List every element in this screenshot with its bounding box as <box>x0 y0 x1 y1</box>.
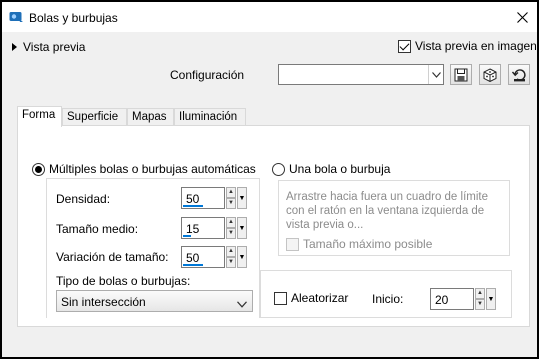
start-input[interactable]: 20 <box>430 288 474 310</box>
start-dropdown-icon[interactable]: ▼ <box>486 288 496 310</box>
mode-single-radio[interactable]: Una bola o burbuja <box>272 162 390 176</box>
preset-random-icon <box>483 67 497 82</box>
up-arrow-icon[interactable]: ▲ <box>226 246 236 257</box>
density-updown[interactable]: ▲ ▼ <box>226 187 236 209</box>
preset-dropdown[interactable] <box>278 64 444 85</box>
live-preview-label: Vista previa en imagen <box>415 39 537 53</box>
randomize-checkbox[interactable]: Aleatorizar <box>274 291 348 305</box>
density-slider-dropdown-icon[interactable]: ▼ <box>237 187 247 209</box>
expand-triangle-icon <box>12 43 17 51</box>
start-updown[interactable]: ▲ ▼ <box>475 288 485 310</box>
tab-iluminacion[interactable]: Iluminación <box>174 108 246 126</box>
config-label: Configuración <box>170 68 245 82</box>
close-icon <box>516 11 528 23</box>
tab-panel-forma: Múltiples bolas o burbujas automáticas U… <box>17 125 530 327</box>
mean-size-value: 15 <box>186 222 200 236</box>
preview-toggle[interactable]: Vista previa <box>12 40 85 54</box>
preview-toggle-label: Vista previa <box>23 40 86 54</box>
up-arrow-icon[interactable]: ▲ <box>226 187 236 198</box>
type-dropdown[interactable]: Sin intersección <box>56 290 253 312</box>
mean-size-slider-dropdown-icon[interactable]: ▼ <box>237 217 247 239</box>
radio-unselected-icon[interactable] <box>272 162 285 176</box>
mean-size-label: Tamaño medio: <box>56 222 139 236</box>
density-label: Densidad: <box>56 192 111 206</box>
app-icon <box>9 11 24 23</box>
checkbox-disabled-icon[interactable] <box>286 237 299 251</box>
size-variation-value: 50 <box>186 251 200 265</box>
preset-save-button[interactable] <box>450 64 472 85</box>
close-button[interactable] <box>507 2 537 32</box>
mode-multiple-radio[interactable]: Múltiples bolas o burbujas automáticas <box>32 162 256 176</box>
start-label: Inicio: <box>372 292 404 306</box>
type-value: Sin intersección <box>61 295 146 309</box>
down-arrow-icon[interactable]: ▼ <box>226 198 236 209</box>
max-size-label: Tamaño máximo posible <box>303 237 433 251</box>
dropdown-arrow-icon[interactable] <box>428 65 443 84</box>
tab-mapas[interactable]: Mapas <box>127 108 174 126</box>
preset-reset-button[interactable] <box>508 64 530 85</box>
down-arrow-icon[interactable]: ▼ <box>475 299 485 310</box>
window-title: Bolas y burbujas <box>29 11 118 25</box>
tab-superficie[interactable]: Superficie <box>62 108 127 126</box>
checkbox-unchecked-icon[interactable] <box>274 291 287 305</box>
tab-forma[interactable]: Forma <box>17 106 62 127</box>
preset-reset-icon <box>511 68 526 81</box>
checkbox-checked-icon[interactable] <box>398 39 411 53</box>
dialog-window: Bolas y burbujas Vista previa Vista prev… <box>2 2 537 357</box>
type-label: Tipo de bolas o burbujas: <box>56 274 191 288</box>
randomize-label: Aleatorizar <box>291 291 349 305</box>
single-hint-text: Arrastre hacia fuera un cuadro de límite… <box>286 191 488 231</box>
mode-multiple-label: Múltiples bolas o burbujas automáticas <box>49 162 256 176</box>
mean-size-input[interactable]: 15 <box>181 217 225 239</box>
max-size-checkbox[interactable]: Tamaño máximo posible <box>286 237 432 251</box>
live-preview-checkbox[interactable]: Vista previa en imagen <box>398 39 537 53</box>
size-variation-level-bar <box>183 264 203 266</box>
up-arrow-icon[interactable]: ▲ <box>475 288 485 299</box>
chevron-down-icon <box>237 297 247 311</box>
density-input[interactable]: 50 <box>181 187 225 209</box>
size-variation-label: Variación de tamaño: <box>56 250 169 264</box>
title-bar: Bolas y burbujas <box>2 2 537 32</box>
size-variation-updown[interactable]: ▲ ▼ <box>226 246 236 268</box>
preset-random-button[interactable] <box>479 64 501 85</box>
down-arrow-icon[interactable]: ▼ <box>226 257 236 268</box>
preset-save-icon <box>454 68 468 81</box>
radio-selected-icon[interactable] <box>32 162 45 176</box>
start-value: 20 <box>435 293 449 307</box>
size-variation-input[interactable]: 50 <box>181 246 225 268</box>
down-arrow-icon[interactable]: ▼ <box>226 228 236 239</box>
mean-size-level-bar <box>183 235 191 237</box>
mean-size-updown[interactable]: ▲ ▼ <box>226 217 236 239</box>
mode-single-label: Una bola o burbuja <box>289 162 391 176</box>
density-level-bar <box>183 205 203 207</box>
size-variation-slider-dropdown-icon[interactable]: ▼ <box>237 246 247 268</box>
up-arrow-icon[interactable]: ▲ <box>226 217 236 228</box>
density-value: 50 <box>186 192 200 206</box>
